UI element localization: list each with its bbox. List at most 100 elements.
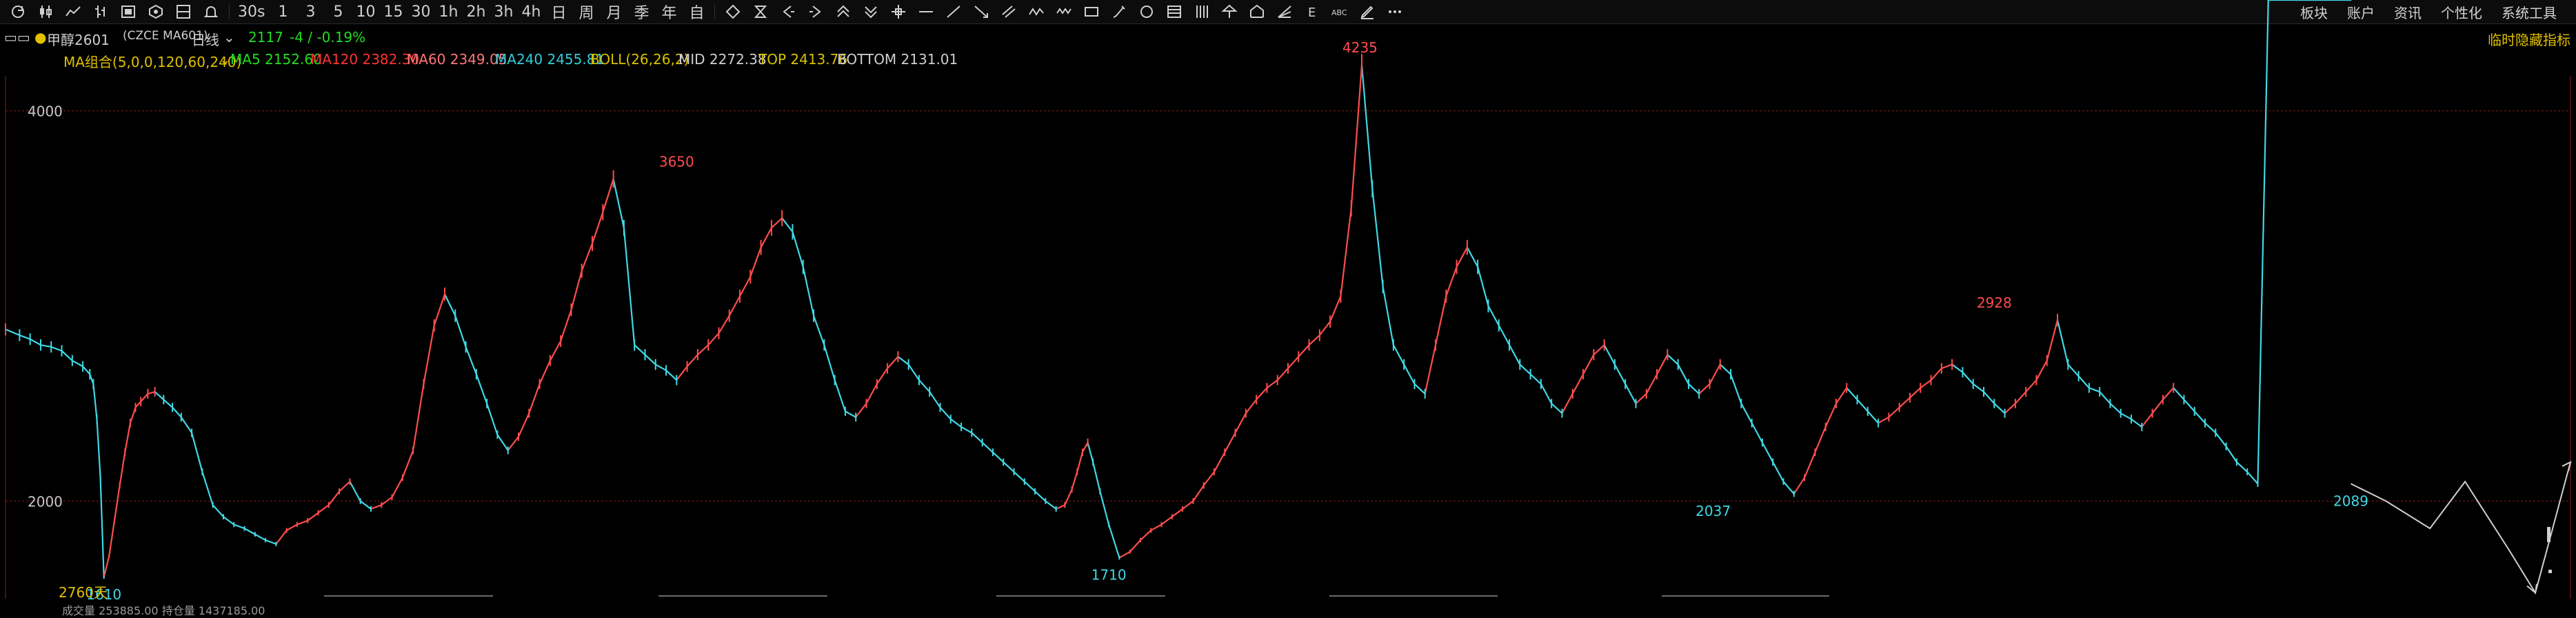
price-segment [401,449,414,479]
price-segment [1371,188,1384,288]
price-segment [1751,422,1764,443]
price-segment [1182,500,1194,510]
price-segment [1298,344,1310,358]
price-segment [163,399,174,408]
price-segment [1846,387,1858,401]
price-segment [718,315,730,335]
price-segment [2183,399,2195,412]
price-segment [1139,529,1152,541]
price-segment [802,266,815,317]
price-segment [99,477,105,578]
price-segment [2235,461,2248,473]
price-segment [1856,399,1869,412]
price-segment [2077,375,2090,389]
price-segment [1582,354,1595,375]
price-segment [2056,319,2069,366]
price-segment [1318,321,1331,337]
price-segment [1224,432,1236,453]
price-segment [623,227,636,346]
price-segment [2246,470,2259,485]
price-segment [1898,397,1911,408]
price-segment [1150,524,1163,532]
price-segment [1213,451,1226,473]
price-segment [1729,373,1742,405]
price-segment [876,368,889,385]
price-segment [243,528,256,535]
price-segment [1866,410,1880,424]
price-segment [2141,412,2153,428]
price-segment [654,363,667,372]
price-segment [749,246,762,278]
price-segment [2225,446,2237,464]
price-segment [190,432,203,473]
price-segment [1761,441,1774,464]
price-segment [1519,363,1531,375]
price-segment [1814,426,1827,453]
price-series-layer [4,0,2352,579]
projection-arrowhead [2562,461,2572,472]
price-segment [433,293,446,326]
price-segment [1709,363,1721,385]
price-segment [1772,461,1784,483]
price-segment [1308,334,1320,346]
price-segment [834,379,847,412]
price-segment [1951,363,1964,373]
price-chart[interactable]: 1610365017104235203729282089 2000 4000 27… [0,0,2576,609]
price-segment [82,366,91,375]
price-segment [212,504,225,518]
price-segment [307,512,319,521]
price-segment [2193,410,2206,424]
price-segment [1962,371,1974,385]
projection-line [2351,461,2571,595]
price-segment [1635,392,1647,405]
day-count-label: 2760天 [59,584,108,601]
price-segment [1930,368,1942,381]
price-segment [423,324,435,385]
price-segment [1698,383,1711,395]
price-segment [897,356,909,366]
price-segment [1003,461,1015,473]
annotation-layer: 1610365017104235203729282089 [86,39,2368,603]
price-segment [792,230,804,268]
y-tick-label: 2000 [28,494,63,510]
price-segment [844,410,857,418]
price-segment [823,344,836,381]
price-segment [1087,441,1094,464]
price-segment [1055,504,1066,510]
price-segment [1071,470,1078,490]
zoom-handle[interactable] [2548,570,2552,573]
price-segment [103,555,110,578]
price-segment [233,524,245,530]
scroll-handle[interactable] [2547,527,2550,542]
projection-layer [2351,461,2572,595]
price-segment [2004,402,2016,415]
price-segment [949,418,963,428]
price-segment [475,373,488,405]
price-segment [602,178,614,213]
price-segment [812,315,825,346]
price-segment [1687,383,1700,395]
price-segment [1256,387,1268,401]
price-segment [1793,477,1806,495]
price-segment [1529,373,1542,385]
price-segment [61,350,73,361]
y-axis-ticks: 2000 4000 [28,103,63,510]
price-segment [1287,356,1300,370]
price-segment [129,406,137,424]
price-segment [1466,246,1479,268]
price-segment [1023,481,1036,492]
price-segment [1064,488,1073,506]
price-segment [865,383,878,405]
volume-oi-strip: 成交量 253885.00 持仓量 1437185.00 [62,604,265,617]
price-segment [1445,266,1458,297]
price-segment [412,383,425,452]
price-segment [981,441,994,453]
price-segment [1835,387,1848,405]
price-segment [1413,383,1426,395]
price-segment [39,344,52,348]
price-segment [560,309,572,342]
price-segment [1719,363,1732,375]
y-tick-label: 4000 [28,103,63,120]
price-segment [1540,383,1553,405]
price-segment [96,418,101,479]
